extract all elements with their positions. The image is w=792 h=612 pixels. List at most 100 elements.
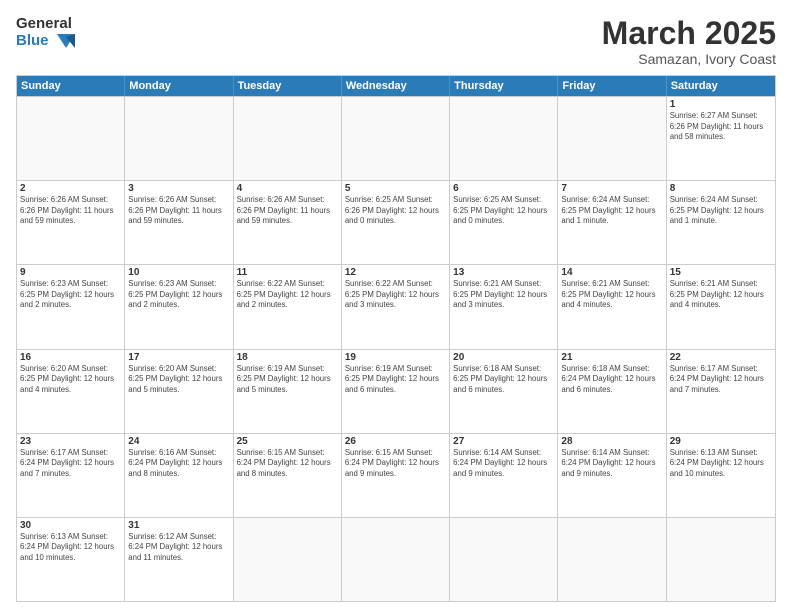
title-block: March 2025 Samazan, Ivory Coast [602,16,776,67]
cell-info: Sunrise: 6:22 AM Sunset: 6:25 PM Dayligh… [345,279,446,311]
day-number: 11 [237,267,338,278]
day-number: 19 [345,352,446,363]
week-row-3: 16Sunrise: 6:20 AM Sunset: 6:25 PM Dayli… [17,349,775,433]
header-wednesday: Wednesday [342,76,450,96]
calendar-cell [558,518,666,601]
day-number: 23 [20,436,121,447]
day-number: 5 [345,183,446,194]
calendar-cell: 18Sunrise: 6:19 AM Sunset: 6:25 PM Dayli… [234,350,342,433]
cell-info: Sunrise: 6:21 AM Sunset: 6:25 PM Dayligh… [453,279,554,311]
logo: General Blue [16,16,75,49]
day-number: 3 [128,183,229,194]
day-number: 8 [670,183,772,194]
calendar-cell: 31Sunrise: 6:12 AM Sunset: 6:24 PM Dayli… [125,518,233,601]
calendar-cell: 5Sunrise: 6:25 AM Sunset: 6:26 PM Daylig… [342,181,450,264]
cell-info: Sunrise: 6:18 AM Sunset: 6:24 PM Dayligh… [561,364,662,396]
cell-info: Sunrise: 6:24 AM Sunset: 6:25 PM Dayligh… [561,195,662,227]
calendar-cell: 7Sunrise: 6:24 AM Sunset: 6:25 PM Daylig… [558,181,666,264]
cell-info: Sunrise: 6:14 AM Sunset: 6:24 PM Dayligh… [453,448,554,480]
calendar-title: March 2025 [602,16,776,51]
day-number: 7 [561,183,662,194]
header-sunday: Sunday [17,76,125,96]
calendar-cell: 4Sunrise: 6:26 AM Sunset: 6:26 PM Daylig… [234,181,342,264]
calendar-cell: 20Sunrise: 6:18 AM Sunset: 6:25 PM Dayli… [450,350,558,433]
cell-info: Sunrise: 6:22 AM Sunset: 6:25 PM Dayligh… [237,279,338,311]
day-number: 29 [670,436,772,447]
calendar: Sunday Monday Tuesday Wednesday Thursday… [16,75,776,602]
day-number: 14 [561,267,662,278]
day-number: 2 [20,183,121,194]
day-number: 18 [237,352,338,363]
cell-info: Sunrise: 6:26 AM Sunset: 6:26 PM Dayligh… [20,195,121,227]
day-number: 9 [20,267,121,278]
calendar-cell: 29Sunrise: 6:13 AM Sunset: 6:24 PM Dayli… [667,434,775,517]
cell-info: Sunrise: 6:19 AM Sunset: 6:25 PM Dayligh… [237,364,338,396]
calendar-cell [234,518,342,601]
calendar-cell: 19Sunrise: 6:19 AM Sunset: 6:25 PM Dayli… [342,350,450,433]
calendar-cell: 15Sunrise: 6:21 AM Sunset: 6:25 PM Dayli… [667,265,775,348]
calendar-cell: 3Sunrise: 6:26 AM Sunset: 6:26 PM Daylig… [125,181,233,264]
calendar-cell: 30Sunrise: 6:13 AM Sunset: 6:24 PM Dayli… [17,518,125,601]
calendar-cell [450,518,558,601]
calendar-cell: 24Sunrise: 6:16 AM Sunset: 6:24 PM Dayli… [125,434,233,517]
calendar-cell: 11Sunrise: 6:22 AM Sunset: 6:25 PM Dayli… [234,265,342,348]
cell-info: Sunrise: 6:18 AM Sunset: 6:25 PM Dayligh… [453,364,554,396]
week-row-1: 2Sunrise: 6:26 AM Sunset: 6:26 PM Daylig… [17,180,775,264]
calendar-cell [125,97,233,180]
cell-info: Sunrise: 6:15 AM Sunset: 6:24 PM Dayligh… [345,448,446,480]
cell-info: Sunrise: 6:27 AM Sunset: 6:26 PM Dayligh… [670,111,772,143]
calendar-subtitle: Samazan, Ivory Coast [602,51,776,67]
header-friday: Friday [558,76,666,96]
cell-info: Sunrise: 6:14 AM Sunset: 6:24 PM Dayligh… [561,448,662,480]
week-row-4: 23Sunrise: 6:17 AM Sunset: 6:24 PM Dayli… [17,433,775,517]
calendar-cell: 9Sunrise: 6:23 AM Sunset: 6:25 PM Daylig… [17,265,125,348]
header: General Blue March 2025 Samazan, Ivory C… [16,16,776,67]
calendar-body: 1Sunrise: 6:27 AM Sunset: 6:26 PM Daylig… [17,96,775,601]
day-number: 1 [670,99,772,110]
week-row-5: 30Sunrise: 6:13 AM Sunset: 6:24 PM Dayli… [17,517,775,601]
calendar-cell: 10Sunrise: 6:23 AM Sunset: 6:25 PM Dayli… [125,265,233,348]
header-thursday: Thursday [450,76,558,96]
cell-info: Sunrise: 6:15 AM Sunset: 6:24 PM Dayligh… [237,448,338,480]
calendar-cell: 22Sunrise: 6:17 AM Sunset: 6:24 PM Dayli… [667,350,775,433]
calendar-cell: 17Sunrise: 6:20 AM Sunset: 6:25 PM Dayli… [125,350,233,433]
cell-info: Sunrise: 6:13 AM Sunset: 6:24 PM Dayligh… [20,532,121,564]
calendar-cell: 2Sunrise: 6:26 AM Sunset: 6:26 PM Daylig… [17,181,125,264]
day-number: 6 [453,183,554,194]
calendar-cell: 28Sunrise: 6:14 AM Sunset: 6:24 PM Dayli… [558,434,666,517]
calendar-cell: 16Sunrise: 6:20 AM Sunset: 6:25 PM Dayli… [17,350,125,433]
calendar-cell [17,97,125,180]
calendar-cell: 12Sunrise: 6:22 AM Sunset: 6:25 PM Dayli… [342,265,450,348]
cell-info: Sunrise: 6:17 AM Sunset: 6:24 PM Dayligh… [670,364,772,396]
cell-info: Sunrise: 6:21 AM Sunset: 6:25 PM Dayligh… [561,279,662,311]
day-number: 22 [670,352,772,363]
calendar-cell: 8Sunrise: 6:24 AM Sunset: 6:25 PM Daylig… [667,181,775,264]
day-number: 10 [128,267,229,278]
header-saturday: Saturday [667,76,775,96]
cell-info: Sunrise: 6:13 AM Sunset: 6:24 PM Dayligh… [670,448,772,480]
cell-info: Sunrise: 6:24 AM Sunset: 6:25 PM Dayligh… [670,195,772,227]
calendar-cell: 13Sunrise: 6:21 AM Sunset: 6:25 PM Dayli… [450,265,558,348]
cell-info: Sunrise: 6:20 AM Sunset: 6:25 PM Dayligh… [20,364,121,396]
calendar-cell [342,518,450,601]
calendar-cell: 25Sunrise: 6:15 AM Sunset: 6:24 PM Dayli… [234,434,342,517]
header-monday: Monday [125,76,233,96]
cell-info: Sunrise: 6:23 AM Sunset: 6:25 PM Dayligh… [128,279,229,311]
day-number: 12 [345,267,446,278]
calendar-cell: 23Sunrise: 6:17 AM Sunset: 6:24 PM Dayli… [17,434,125,517]
calendar-cell [342,97,450,180]
day-number: 4 [237,183,338,194]
day-number: 25 [237,436,338,447]
cell-info: Sunrise: 6:26 AM Sunset: 6:26 PM Dayligh… [237,195,338,227]
calendar-cell: 21Sunrise: 6:18 AM Sunset: 6:24 PM Dayli… [558,350,666,433]
day-number: 16 [20,352,121,363]
cell-info: Sunrise: 6:21 AM Sunset: 6:25 PM Dayligh… [670,279,772,311]
calendar-header-row: Sunday Monday Tuesday Wednesday Thursday… [17,76,775,96]
week-row-2: 9 Sunrise: 6:23 AM Sunset: 6:25 PM Daylig… [17,264,775,348]
cell-info: Sunrise: 6:16 AM Sunset: 6:24 PM Dayligh… [128,448,229,480]
day-number: 26 [345,436,446,447]
cell-info: Sunrise: 6:26 AM Sunset: 6:26 PM Dayligh… [128,195,229,227]
calendar-cell [234,97,342,180]
day-number: 24 [128,436,229,447]
cell-info: Sunrise: 6:12 AM Sunset: 6:24 PM Dayligh… [128,532,229,564]
